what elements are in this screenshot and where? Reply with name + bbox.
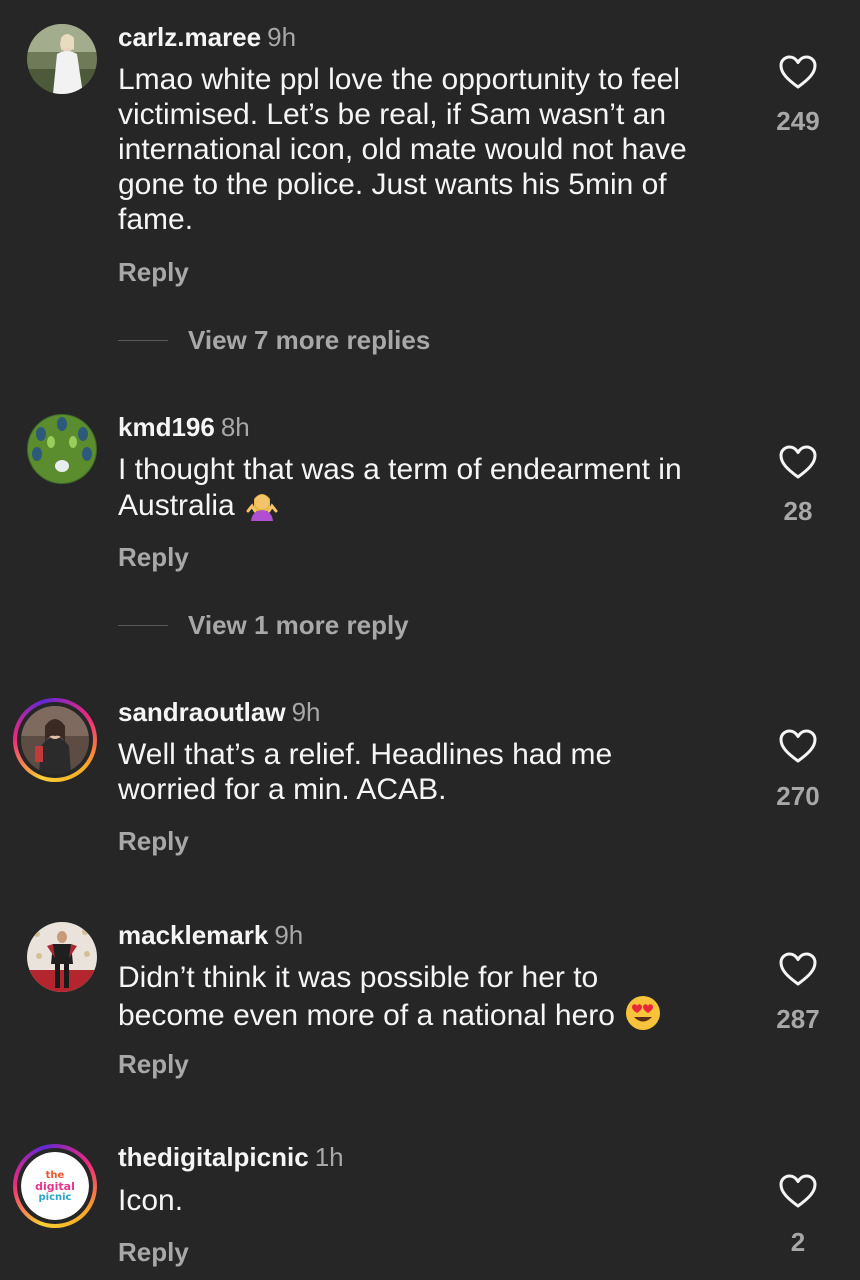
avatar[interactable]	[27, 24, 97, 94]
view-more-label: View 7 more replies	[188, 324, 431, 355]
username-link[interactable]: kmd196	[118, 412, 215, 442]
username-link[interactable]: macklemark	[118, 920, 268, 950]
logo-word: digital	[35, 1179, 75, 1193]
comment-line: Lmao white ppl love the opportunity to f…	[118, 63, 681, 96]
username-link[interactable]: carlz.maree	[118, 22, 261, 52]
logo-word: picnic	[38, 1191, 72, 1203]
comment-header: kmd196 8h	[118, 412, 250, 442]
comment-line: become even more of a national hero	[118, 995, 738, 1039]
comment-line-text: become even more of a national hero	[118, 999, 615, 1032]
comment-text: I thought that was a term of endearment …	[118, 452, 738, 529]
username-link[interactable]: sandraoutlaw	[118, 697, 286, 727]
comment-header: sandraoutlaw 9h	[118, 697, 321, 727]
comment-header: macklemark 9h	[118, 920, 303, 950]
like-count: 287	[776, 1004, 820, 1034]
comment-line: victimised. Let’s be real, if Sam wasn’t…	[118, 98, 667, 131]
heart-icon[interactable]	[778, 728, 818, 764]
reply-button[interactable]: Reply	[118, 1049, 189, 1079]
like-count: 2	[790, 1227, 806, 1257]
the-digital-picnic-logo: the digital picnic	[21, 1152, 89, 1220]
avatar: the digital picnic	[21, 1152, 89, 1220]
view-more-replies-button[interactable]: View 7 more replies	[118, 325, 430, 355]
timestamp: 9h	[274, 920, 304, 950]
divider	[118, 624, 168, 626]
divider	[118, 339, 168, 341]
comment-text: Lmao white ppl love the opportunity to f…	[118, 62, 738, 237]
heart-icon[interactable]	[778, 54, 818, 90]
comment-line: gone to the police. Just wants his 5min …	[118, 168, 667, 201]
comment-text: Icon.	[118, 1183, 738, 1218]
woman-photo-icon	[21, 706, 89, 774]
like-count: 28	[783, 496, 813, 526]
heart-eyes-emoji	[625, 995, 661, 1039]
reply-button[interactable]: Reply	[118, 826, 189, 856]
peacock-photo-icon	[27, 414, 97, 484]
heart-icon[interactable]	[778, 444, 818, 480]
comment-header: thedigitalpicnic 1h	[118, 1142, 344, 1172]
comment-line: worried for a min. ACAB.	[118, 773, 447, 806]
timestamp: 9h	[291, 697, 321, 727]
avatar	[21, 706, 89, 774]
reply-button[interactable]: Reply	[118, 542, 189, 572]
reply-button[interactable]: Reply	[118, 1237, 189, 1267]
comment-line: Icon.	[118, 1184, 184, 1217]
like-count: 249	[776, 106, 820, 136]
heart-icon[interactable]	[778, 1173, 818, 1209]
avatar-story-ring[interactable]	[13, 698, 97, 782]
logo-word: the	[45, 1169, 65, 1181]
avatar[interactable]	[27, 414, 97, 484]
person-shrugging-emoji	[245, 487, 279, 529]
view-more-label: View 1 more reply	[188, 609, 409, 640]
comment-line: Australia	[118, 487, 738, 529]
timestamp: 8h	[220, 412, 250, 442]
comment-line: fame.	[118, 203, 194, 236]
comment-line: Well that’s a relief. Headlines had me	[118, 738, 613, 771]
avatar-story-ring[interactable]: the digital picnic	[13, 1144, 97, 1228]
username-link[interactable]: thedigitalpicnic	[118, 1142, 309, 1172]
red-carpet-photo-icon	[27, 922, 97, 992]
like-count: 270	[776, 781, 820, 811]
comment-header: carlz.maree 9h	[118, 22, 296, 52]
avatar[interactable]	[27, 922, 97, 992]
heart-icon[interactable]	[778, 951, 818, 987]
reply-button[interactable]: Reply	[118, 257, 189, 287]
person-photo-icon	[27, 24, 97, 94]
timestamp: 1h	[314, 1142, 344, 1172]
view-more-replies-button[interactable]: View 1 more reply	[118, 610, 409, 640]
comment-line: Didn’t think it was possible for her to	[118, 961, 599, 994]
timestamp: 9h	[267, 22, 297, 52]
comment-line-text: Australia	[118, 489, 235, 522]
comment-text: Didn’t think it was possible for her to …	[118, 960, 738, 1039]
comment-line: I thought that was a term of endearment …	[118, 453, 682, 486]
comment-text: Well that’s a relief. Headlines had me w…	[118, 737, 738, 807]
comment-line: international icon, old mate would not h…	[118, 133, 687, 166]
